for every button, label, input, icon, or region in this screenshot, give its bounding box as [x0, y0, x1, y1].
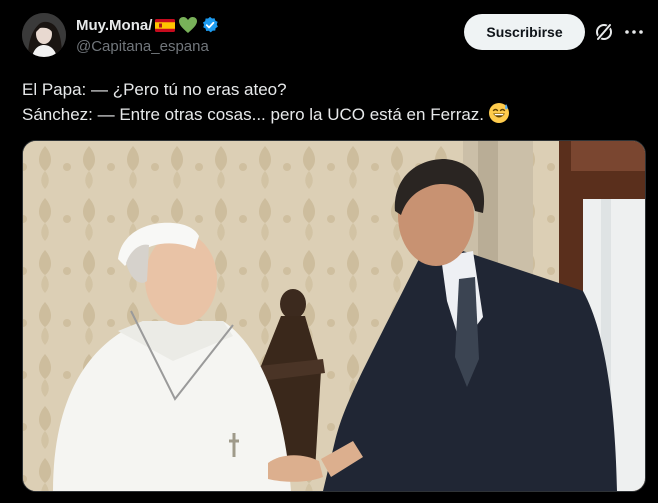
tweet-line-2-wrap: Sánchez: — Entre otras cosas... pero la …	[22, 102, 642, 127]
name-row: Muy.Mona/	[76, 15, 219, 35]
post-image[interactable]	[22, 140, 646, 492]
verified-badge-icon[interactable]	[201, 16, 219, 34]
subscribe-button[interactable]: Suscribirse	[464, 14, 585, 50]
tweet-line-1: El Papa: — ¿Pero tú no eras ateo?	[22, 80, 287, 99]
tweet-line-2: Sánchez: — Entre otras cosas... pero la …	[22, 105, 485, 124]
more-options-icon[interactable]	[624, 22, 644, 42]
display-name[interactable]: Muy.Mona/	[76, 17, 152, 34]
avatar[interactable]	[22, 13, 66, 57]
sweat-smile-emoji-icon	[488, 102, 510, 124]
spain-flag-icon	[155, 18, 176, 32]
photo-illustration	[23, 141, 645, 491]
post-header: Muy.Mona/ @Capitana_espana Suscribirse	[0, 0, 658, 70]
green-heart-icon	[178, 16, 198, 34]
user-handle[interactable]: @Capitana_espana	[76, 38, 209, 55]
tweet-text: El Papa: — ¿Pero tú no eras ateo? Sánche…	[22, 77, 642, 127]
grok-icon[interactable]	[594, 22, 614, 42]
